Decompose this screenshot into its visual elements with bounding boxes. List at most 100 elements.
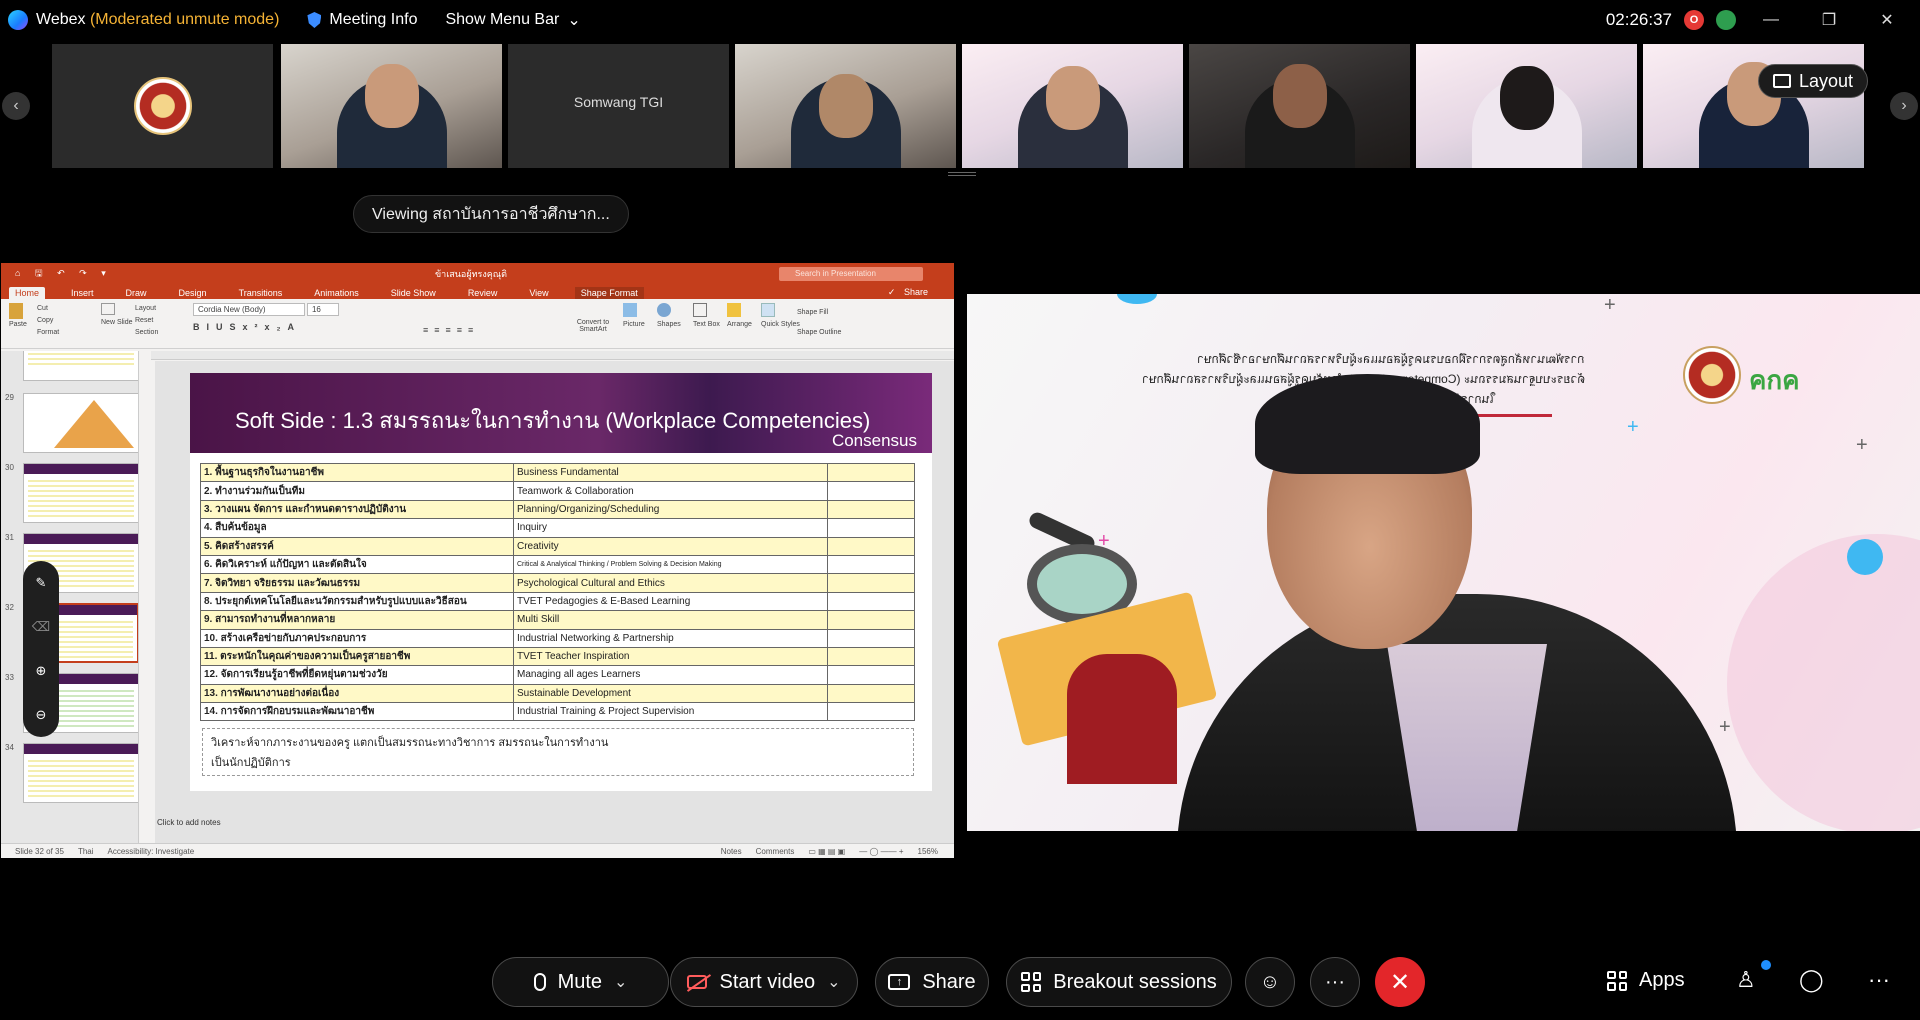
section-dropdown[interactable]: Section [135,327,158,339]
quick-access-toolbar[interactable]: ⌂ 🖫 ↶ ↷ ▾ [15,266,112,282]
accessibility-check[interactable]: Accessibility: Investigate [108,847,195,856]
table-row: 6. คิดวิเคราะห์ แก้ปัญหา และตัดสินใจ Crit… [200,554,915,575]
slide-subtitle-consensus[interactable]: Consensus [832,431,917,451]
table-cell-empty [827,610,915,630]
participant-tile[interactable] [1416,44,1637,168]
table-row: 4. สืบค้นข้อมูล Inquiry [200,518,915,538]
font-format-buttons[interactable]: BIUSx²x₂A [193,322,339,332]
apps-button[interactable]: Apps [1607,969,1685,992]
shapes-button[interactable]: Shapes [657,303,681,328]
tab-view[interactable]: View [523,287,554,299]
font-size-select[interactable]: 16 [306,303,339,316]
reset-button[interactable]: Reset [135,315,158,327]
close-window-button[interactable]: ✕ [1864,10,1910,30]
show-menu-bar-button[interactable]: Show Menu Bar ⌄ [445,10,580,30]
format-painter-button[interactable]: Format [37,327,59,339]
mute-button[interactable]: Mute ⌄ [492,957,669,1007]
table-row: 13. การพัฒนางานอย่างต่อเนื่อง Sustainable… [200,683,915,704]
more-panels-icon[interactable]: ··· [1868,967,1890,993]
table-cell-empty [827,536,915,556]
slide-text-box[interactable]: วิเคราะห์จากภาระงานของครู แตกเป็นสมรรถนะ… [202,728,914,776]
filmstrip-resize-handle[interactable] [948,172,976,176]
competency-table[interactable]: 1. พื้นฐานธุรกิจในงานอาชีพ Business Funda… [200,462,915,722]
more-options-button[interactable]: ··· [1310,957,1360,1007]
shape-fill-button[interactable]: Shape Fill [797,303,841,323]
paragraph-buttons[interactable]: ≡≡≡≡≡ [423,325,479,335]
tab-home[interactable]: Home [9,287,46,299]
slide-editing-area: Soft Side : 1.3 สมรรถนะในการทำงาน (Workp… [155,361,954,843]
participant-tile[interactable]: Somwang TGI [508,44,729,168]
chevron-down-icon[interactable]: ⌄ [827,972,840,992]
paste-button[interactable]: Paste [9,303,27,328]
layout-dropdown[interactable]: Layout [135,303,158,315]
view-buttons[interactable]: ▭ ▦ ▤ ▣ [808,847,845,856]
institution-seal-icon [1683,346,1741,404]
cut-button[interactable]: Cut [37,303,59,315]
ppt-search-input[interactable]: Search in Presentation [779,267,923,281]
network-stats-icon[interactable] [1716,10,1736,30]
reactions-button[interactable]: ☺ [1245,957,1295,1007]
slide-thumbnail[interactable] [5,351,138,381]
layout-button[interactable]: Layout [1757,64,1868,98]
participant-tile[interactable] [962,44,1183,168]
competency-thai: 13. การพัฒนางานอย่างต่อเนื่อง [200,683,514,704]
tab-design[interactable]: Design [173,287,213,299]
table-row: 2. ทำงานร่วมกันเป็นทีม Teamwork & Collabo… [200,481,915,501]
copy-button[interactable]: Copy [37,315,59,327]
leave-meeting-button[interactable]: ✕ [1375,957,1425,1007]
start-video-button[interactable]: Start video ⌄ [670,957,858,1007]
slide-title[interactable]: Soft Side : 1.3 สมรรถนะในการทำงาน (Workp… [235,403,870,438]
new-slide-button[interactable]: New Slide [101,303,133,326]
convert-smartart-button[interactable]: Convert to SmartArt [573,303,613,333]
picture-button[interactable]: Picture [623,303,645,328]
slide-thumbnail[interactable]: 30 [5,463,138,523]
table-cell-empty [827,481,915,501]
notes-toggle[interactable]: Notes [721,847,742,856]
minimize-button[interactable]: — [1748,11,1794,29]
eraser-icon[interactable]: ⌫ [32,619,50,635]
table-row: 3. วางแผน จัดการ และกำหนดตารางปฏิบัติงาน… [200,499,915,520]
quick-styles-button[interactable]: Quick Styles [761,303,800,328]
competency-english: Creativity [513,536,828,556]
tab-animations[interactable]: Animations [308,287,365,299]
tab-draw[interactable]: Draw [120,287,153,299]
shape-outline-button[interactable]: Shape Outline [797,323,841,343]
zoom-in-icon[interactable]: ⊕ [36,663,47,679]
competency-thai: 12. จัดการเรียนรู้อาชีพที่ยืดหยุ่นตามช่ว… [200,665,514,685]
zoom-slider[interactable]: — ◯ —— + [859,847,903,856]
filmstrip-prev-button[interactable]: ‹ [2,92,30,120]
table-cell-empty [827,499,915,520]
text-box-button[interactable]: Text Box [693,303,720,328]
ppt-share-button[interactable]: ✓ Share [882,286,940,299]
tab-transitions[interactable]: Transitions [233,287,289,299]
filmstrip-next-button[interactable]: › [1890,92,1918,120]
slide-thumbnail[interactable]: 29 [5,393,138,453]
meeting-info-button[interactable]: Meeting Info [307,11,417,29]
chevron-down-icon[interactable]: ⌄ [614,972,627,992]
participants-icon[interactable]: ♙ [1736,967,1756,993]
annotate-pen-icon[interactable]: ✎ [36,575,47,591]
tab-insert[interactable]: Insert [65,287,100,299]
participant-tile[interactable] [1643,44,1864,168]
font-name-select[interactable]: Cordia New (Body) [193,303,305,316]
language-indicator[interactable]: Thai [78,847,94,856]
breakout-sessions-button[interactable]: Breakout sessions [1006,957,1232,1007]
tab-review[interactable]: Review [462,287,504,299]
slide-thumbnail[interactable]: 34 [5,743,138,803]
restore-button[interactable]: ❐ [1806,10,1852,30]
arrange-button[interactable]: Arrange [727,303,752,328]
comments-toggle[interactable]: Comments [756,847,795,856]
share-button[interactable]: ↑ Share [875,957,989,1007]
participant-tile[interactable] [281,44,502,168]
participant-tile[interactable] [52,44,273,168]
notes-input[interactable]: Click to add notes [157,818,221,827]
zoom-out-icon[interactable]: ⊖ [36,707,47,723]
tab-slide-show[interactable]: Slide Show [385,287,442,299]
viewing-share-label[interactable]: Viewing สถาบันการอาชีวศึกษาก... [353,195,629,233]
chat-icon[interactable]: ◯ [1799,967,1824,993]
more-icon: ··· [1325,970,1345,993]
zoom-level[interactable]: 156% [918,847,938,856]
participant-tile[interactable] [1189,44,1410,168]
participant-tile[interactable] [735,44,956,168]
tab-shape-format[interactable]: Shape Format [574,287,644,299]
